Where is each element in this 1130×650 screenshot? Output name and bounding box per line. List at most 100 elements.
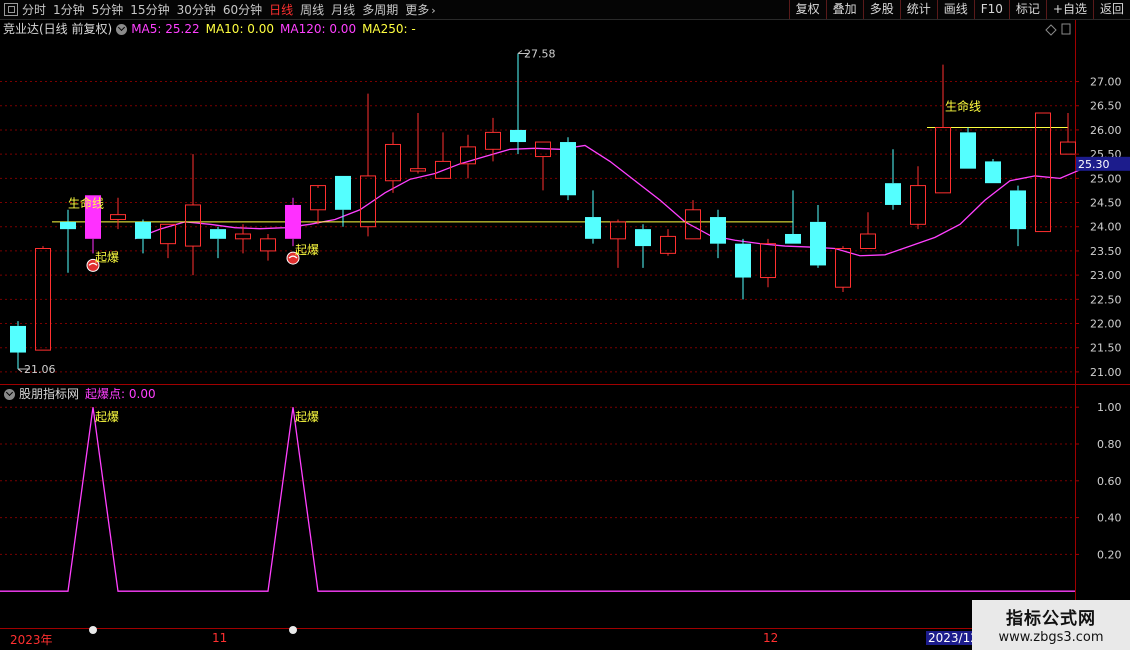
indicator-tick-label: 0.20 [1097, 548, 1122, 561]
period-3[interactable]: 15分钟 [130, 1, 169, 18]
window-layout-icon[interactable] [4, 3, 18, 16]
price-tick-label: 21.50 [1090, 342, 1122, 355]
time-label-year: 2023年 [10, 633, 53, 647]
indicator-tick-label: 0.80 [1097, 438, 1122, 451]
candle-body [785, 233, 801, 244]
toolbar-button-3[interactable]: 统计 [899, 0, 937, 19]
ma5-line [134, 144, 1086, 257]
price-tick-label: 27.00 [1090, 76, 1122, 89]
chevron-down-icon[interactable] [4, 388, 15, 400]
ma-label-0: MA5: 25.22 [131, 22, 200, 36]
toolbar-button-5[interactable]: F10 [973, 0, 1009, 19]
period-9[interactable]: 多周期 [362, 1, 398, 18]
price-chart[interactable]: 27.5821.06生命线生命线起爆起爆 21.0021.5022.0022.5… [0, 0, 1130, 650]
price-tick-label: 25.00 [1090, 172, 1122, 185]
price-tick-label: 24.00 [1090, 221, 1122, 234]
candle-body [185, 204, 201, 247]
candle-body [10, 325, 26, 353]
diamond-icon [1045, 24, 1057, 36]
burst-label: 起爆 [95, 250, 119, 264]
period-5[interactable]: 60分钟 [223, 1, 262, 18]
candle-body [35, 248, 51, 351]
candle-body [885, 183, 901, 205]
price-tick-label: 21.00 [1090, 366, 1122, 379]
indicator-tick-label: 1.00 [1097, 401, 1122, 414]
indicator-value-label: 起爆点: 0.00 [85, 387, 156, 401]
bottom-marker-dot [289, 626, 297, 634]
candle-body [485, 131, 501, 150]
candle-body [460, 146, 476, 165]
indicator-burst-label: 起爆 [95, 410, 119, 424]
toolbar-button-1[interactable]: 叠加 [825, 0, 863, 19]
period-4[interactable]: 30分钟 [177, 1, 216, 18]
burst-marker-stripe [88, 262, 98, 266]
current-price-box [1076, 156, 1130, 171]
chevron-down-icon[interactable] [116, 23, 128, 35]
period-6[interactable]: 日线 [269, 1, 293, 18]
candle-body [760, 243, 776, 279]
candle-body [260, 238, 276, 252]
chevron-right-icon: › [431, 4, 436, 17]
ma-label-1: MA10: 0.00 [205, 22, 275, 36]
ma-label-3: MA250: - [362, 22, 416, 36]
ma-legend: MA5: 25.22 MA10: 0.00 MA120: 0.00 MA250: - [131, 20, 422, 38]
period-0[interactable]: 分时 [22, 1, 46, 18]
indicator-burst-label: 起爆 [295, 410, 319, 424]
toolbar-button-6[interactable]: 标记 [1008, 0, 1046, 19]
candle-body [410, 168, 426, 172]
candle-body [110, 214, 126, 220]
indicator-tick-label: 0.60 [1097, 475, 1122, 488]
period-10[interactable]: 更多 › [405, 1, 435, 18]
indicator-title: 股朋指标网 [19, 387, 80, 401]
candle-body [60, 221, 76, 230]
candle-body [960, 132, 976, 169]
watermark-url: www.zbgs3.com [998, 630, 1104, 645]
candle-body [810, 221, 826, 266]
burst-label: 起爆 [295, 243, 319, 257]
candle-body [285, 204, 301, 239]
candle-body [535, 141, 551, 158]
sub-panel-header: 股朋指标网 起爆点: 0.00 [0, 385, 156, 403]
high-label: 27.58 [524, 47, 556, 60]
main-panel-header: 竞业达(日线 前复权) MA5: 25.22 MA10: 0.00 MA120: 0… [0, 20, 422, 38]
candle-body [735, 243, 751, 278]
candle-body [210, 229, 226, 239]
candle-body [1010, 190, 1026, 230]
life-line-label: 生命线 [945, 99, 981, 114]
toolbar-right-buttons: 复权 叠加 多股 统计 画线 F10 标记 +自选 返回 [788, 0, 1130, 19]
panel-toggle-icon [1061, 23, 1071, 35]
candle-body [935, 127, 951, 194]
stock-title: 竞业达(日线 前复权) [3, 22, 113, 36]
watermark: 指标公式网 www.zbgs3.com [972, 600, 1130, 650]
toolbar-button-7[interactable]: +自选 [1045, 0, 1093, 19]
price-tick-label: 26.50 [1090, 100, 1122, 113]
candle-body [835, 248, 851, 288]
candle-body [310, 185, 326, 211]
candle-body [860, 233, 876, 250]
price-tick-label: 22.50 [1090, 293, 1122, 306]
candle-body [135, 221, 151, 239]
candle-body [560, 142, 576, 196]
toolbar-button-4[interactable]: 画线 [936, 0, 974, 19]
low-label: 21.06 [24, 363, 56, 376]
toolbar-button-2[interactable]: 多股 [862, 0, 900, 19]
candle-body [710, 217, 726, 244]
candle-body [910, 185, 926, 225]
low-marker [17, 368, 30, 373]
candle-body [160, 223, 176, 245]
candle-body [85, 195, 101, 239]
price-tick-label: 23.50 [1090, 245, 1122, 258]
candle-body [385, 143, 401, 182]
life-line-label: 生命线 [68, 195, 104, 210]
period-7[interactable]: 周线 [300, 1, 324, 18]
period-8[interactable]: 月线 [331, 1, 355, 18]
price-tick-label: 26.00 [1090, 124, 1122, 137]
toolbar-button-8[interactable]: 返回 [1092, 0, 1130, 19]
candle-body [610, 221, 626, 240]
toolbar-button-0[interactable]: 复权 [788, 0, 826, 19]
candle-body [235, 233, 251, 240]
period-2[interactable]: 5分钟 [92, 1, 124, 18]
period-1[interactable]: 1分钟 [53, 1, 85, 18]
candle-body [635, 229, 651, 247]
time-label-nov: 11 [212, 631, 228, 645]
